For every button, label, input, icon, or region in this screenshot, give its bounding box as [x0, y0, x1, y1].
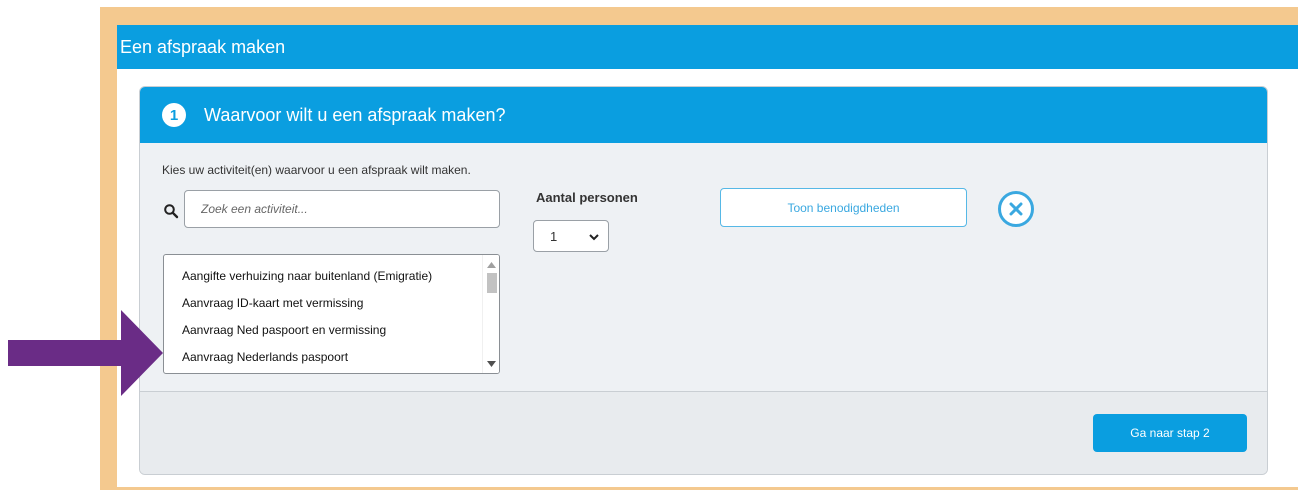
persons-value: 1	[550, 228, 558, 244]
close-icon	[1009, 202, 1023, 216]
search-input[interactable]	[184, 190, 500, 228]
activity-list[interactable]: Aangifte verhuizing naar buitenland (Emi…	[163, 254, 500, 374]
search-icon	[164, 204, 179, 219]
appointment-window: Een afspraak maken 1 Waarvoor wilt u een…	[117, 25, 1298, 487]
chevron-down-icon	[589, 234, 599, 241]
list-item[interactable]: Aangifte verhuizing naar buitenland (Emi…	[182, 269, 432, 283]
step-number: 1	[162, 103, 186, 127]
next-step-button[interactable]: Ga naar stap 2	[1093, 414, 1247, 452]
persons-select[interactable]: 1	[533, 220, 609, 252]
clear-button[interactable]	[998, 191, 1034, 227]
window-title: Een afspraak maken	[117, 25, 1298, 69]
scroll-thumb[interactable]	[487, 273, 497, 293]
panel-footer: Ga naar stap 2	[140, 391, 1267, 474]
step-panel: 1 Waarvoor wilt u een afspraak maken? Ki…	[139, 86, 1268, 475]
list-item[interactable]: Aanvraag Nederlands paspoort	[182, 350, 348, 364]
intro-text: Kies uw activiteit(en) waarvoor u een af…	[162, 163, 471, 177]
persons-label: Aantal personen	[536, 190, 638, 205]
list-scrollbar[interactable]	[482, 255, 499, 373]
scroll-up-icon[interactable]	[487, 262, 496, 268]
list-item[interactable]: Aanvraag Ned paspoort en vermissing	[182, 323, 386, 337]
show-requirements-button[interactable]: Toon benodigdheden	[720, 188, 967, 227]
step-header: 1 Waarvoor wilt u een afspraak maken?	[140, 87, 1267, 143]
list-item[interactable]: Aanvraag ID-kaart met vermissing	[182, 296, 363, 310]
step-title: Waarvoor wilt u een afspraak maken?	[204, 104, 506, 125]
arrow-right-icon	[8, 310, 163, 396]
scroll-down-icon[interactable]	[487, 361, 496, 367]
